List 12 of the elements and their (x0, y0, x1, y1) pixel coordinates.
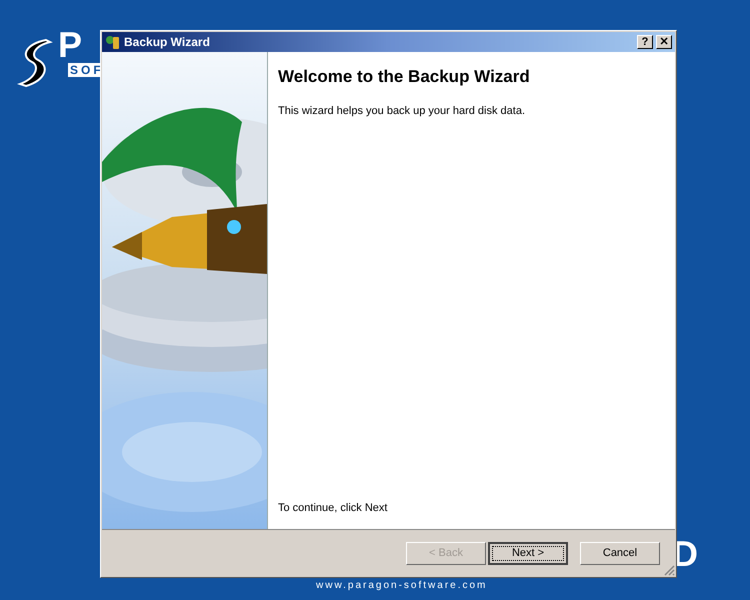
wizard-icon (105, 34, 121, 50)
close-button[interactable]: ✕ (656, 34, 672, 49)
continue-hint: To continue, click Next (278, 501, 388, 516)
help-button[interactable]: ? (637, 34, 653, 49)
wizard-heading: Welcome to the Backup Wizard (278, 66, 531, 88)
cancel-button[interactable]: Cancel (580, 542, 660, 565)
website-url: www.paragon-software.com (316, 579, 488, 593)
window-title: Backup Wizard (124, 34, 211, 51)
resize-grip-icon (663, 564, 675, 576)
logo-letter: P (58, 30, 82, 60)
next-button[interactable]: Next > (488, 542, 568, 565)
intro-text: This wizard helps you back up your hard disk data. (278, 104, 526, 120)
